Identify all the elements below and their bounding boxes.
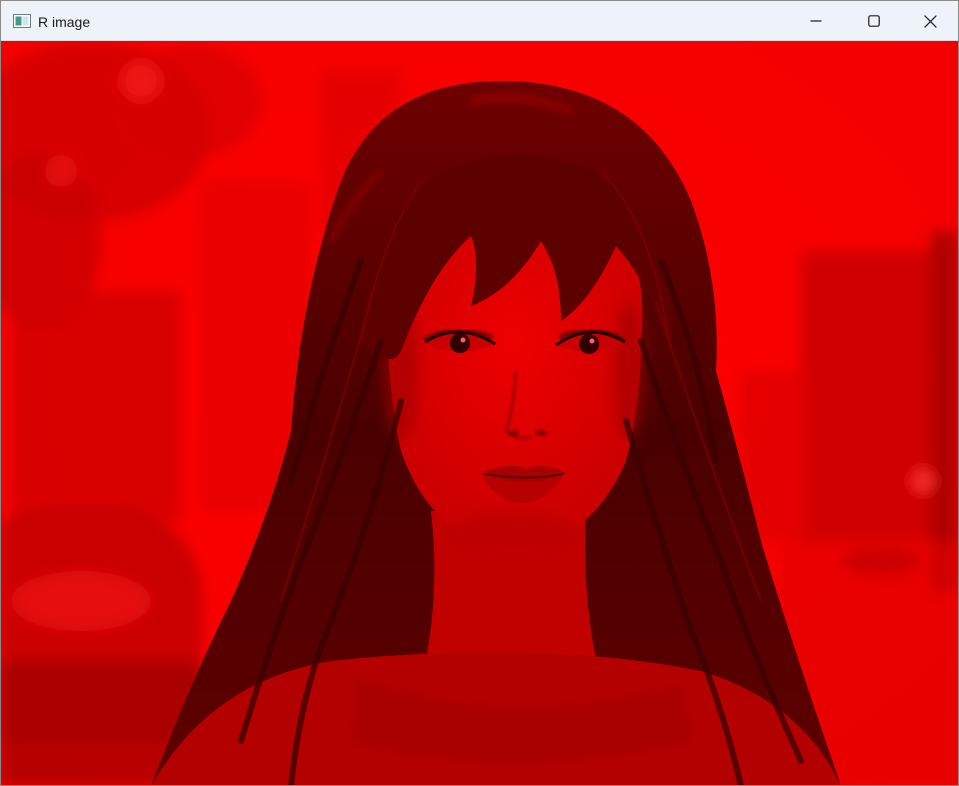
maximize-button[interactable] — [845, 1, 903, 41]
maximize-icon — [868, 15, 880, 27]
red-channel-image — [1, 41, 958, 785]
opencv-window-icon — [13, 14, 31, 28]
close-icon — [924, 14, 937, 28]
minimize-icon — [810, 20, 822, 22]
window-title: R image — [38, 14, 91, 30]
title-bar[interactable]: R image — [1, 1, 958, 41]
close-button[interactable] — [903, 1, 958, 41]
image-window: R image — [0, 0, 959, 786]
minimize-button[interactable] — [787, 1, 845, 41]
image-canvas — [1, 41, 958, 785]
